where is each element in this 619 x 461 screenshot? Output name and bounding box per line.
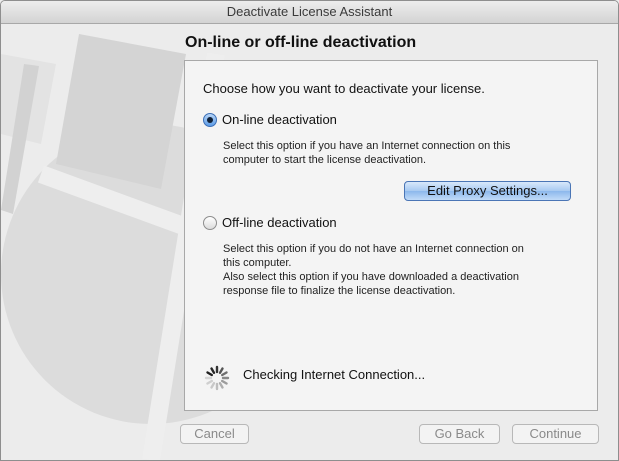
online-option-label: On-line deactivation xyxy=(222,112,337,127)
status-text: Checking Internet Connection... xyxy=(243,367,426,382)
question-text: Choose how you want to deactivate your l… xyxy=(203,81,485,96)
options-panel: Choose how you want to deactivate your l… xyxy=(184,60,598,411)
offline-description: Select this option if you do not have an… xyxy=(223,243,524,297)
cancel-button[interactable]: Cancel xyxy=(180,424,249,444)
edit-proxy-settings-button[interactable]: Edit Proxy Settings... xyxy=(404,181,571,201)
offline-radio-button[interactable] xyxy=(203,215,217,230)
go-back-button[interactable]: Go Back xyxy=(419,424,500,444)
page-title: On-line or off-line deactivation xyxy=(185,34,417,51)
online-radio-button[interactable] xyxy=(203,112,217,127)
offline-option-label: Off-line deactivation xyxy=(222,215,337,230)
continue-button[interactable]: Continue xyxy=(512,424,599,444)
online-description: Select this option if you have an Intern… xyxy=(223,140,511,166)
window-title: Deactivate License Assistant xyxy=(1,1,618,24)
offline-option[interactable]: Off-line deactivation xyxy=(203,215,337,230)
online-option[interactable]: On-line deactivation xyxy=(203,112,337,127)
spinner-icon xyxy=(204,365,230,391)
assistant-window: Deactivate License Assistant On-line or … xyxy=(0,0,619,461)
